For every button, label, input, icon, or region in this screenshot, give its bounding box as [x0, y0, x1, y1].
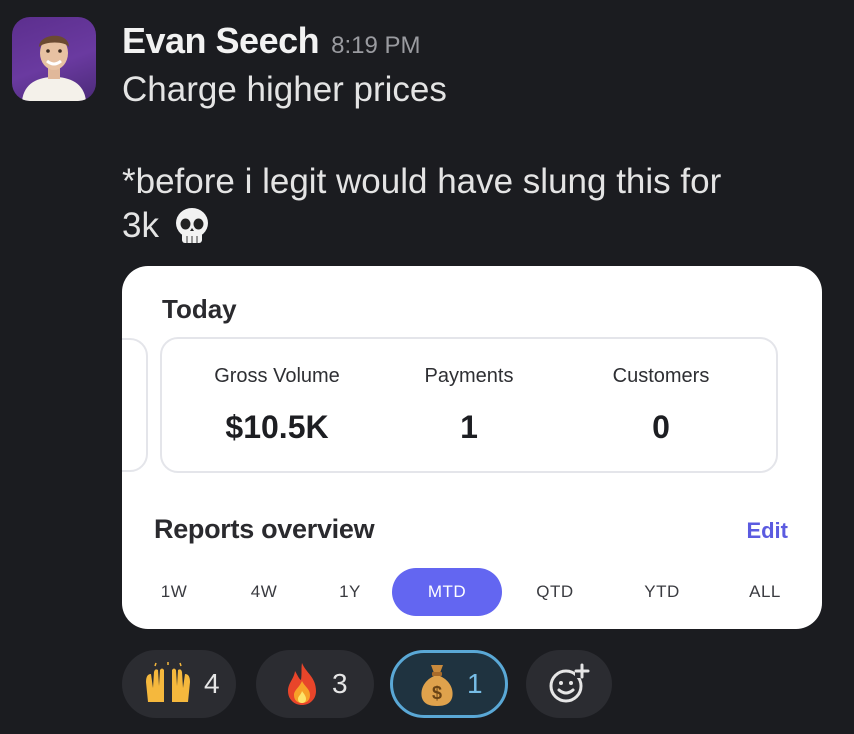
range-4w[interactable]: 4W — [232, 568, 296, 616]
message-text-fragment: 3k — [122, 206, 159, 245]
reaction-raising-hands[interactable]: 4 — [122, 650, 236, 718]
stat-customers: Customers 0 — [566, 339, 756, 471]
sender-name[interactable]: Evan Seech — [122, 20, 320, 62]
reaction-count: 4 — [204, 668, 220, 699]
add-reaction-icon — [549, 663, 590, 703]
reports-overview-title: Reports overview — [154, 514, 375, 544]
attached-screenshot-card[interactable]: Today Gross Volume $10.5K Payments 1 Cus… — [122, 266, 822, 629]
stat-label: Customers — [612, 365, 710, 387]
reaction-count: 1 — [467, 668, 483, 699]
range-qtd[interactable]: QTD — [522, 568, 588, 616]
range-1w[interactable]: 1W — [142, 568, 206, 616]
range-ytd[interactable]: YTD — [629, 568, 695, 616]
skull-icon — [175, 208, 208, 243]
edit-button[interactable]: Edit — [746, 518, 788, 544]
raising-hands-icon — [146, 662, 190, 702]
reaction-fire[interactable]: 3 — [256, 650, 374, 718]
message-header: Evan Seech 8:19 PM — [122, 20, 421, 62]
stat-value: $10.5K — [225, 409, 329, 445]
date-range-selector: 1W 4W 1Y MTD QTD YTD ALL — [122, 568, 822, 616]
previous-stats-card — [122, 338, 148, 472]
stat-value: 1 — [460, 409, 478, 445]
message-text-line: *before i legit would have slung this fo… — [122, 162, 722, 201]
svg-text:$: $ — [432, 683, 442, 703]
person-photo-icon — [22, 35, 86, 101]
stat-gross-volume: Gross Volume $10.5K — [182, 339, 372, 471]
stat-label: Payments — [424, 365, 514, 387]
stat-payments: Payments 1 — [374, 339, 564, 471]
reaction-money-bag[interactable]: $ 1 — [390, 650, 508, 718]
timestamp[interactable]: 8:19 PM — [331, 32, 420, 60]
section-title-today: Today — [162, 294, 237, 324]
fire-icon — [288, 663, 316, 705]
avatar[interactable] — [12, 17, 96, 101]
stat-label: Gross Volume — [214, 365, 340, 387]
stats-panel: Gross Volume $10.5K Payments 1 Customers… — [160, 337, 778, 473]
range-all[interactable]: ALL — [732, 568, 798, 616]
range-1y[interactable]: 1Y — [318, 568, 382, 616]
range-mtd[interactable]: MTD — [392, 568, 502, 616]
message-text-line: Charge higher prices — [122, 70, 447, 109]
chat-message: Evan Seech 8:19 PM Charge higher prices … — [0, 0, 854, 734]
money-bag-icon: $ — [421, 665, 453, 706]
stat-value: 0 — [652, 409, 670, 445]
add-reaction-button[interactable] — [526, 650, 612, 718]
reaction-count: 3 — [332, 668, 348, 699]
message-text-line: 3k — [122, 206, 211, 246]
